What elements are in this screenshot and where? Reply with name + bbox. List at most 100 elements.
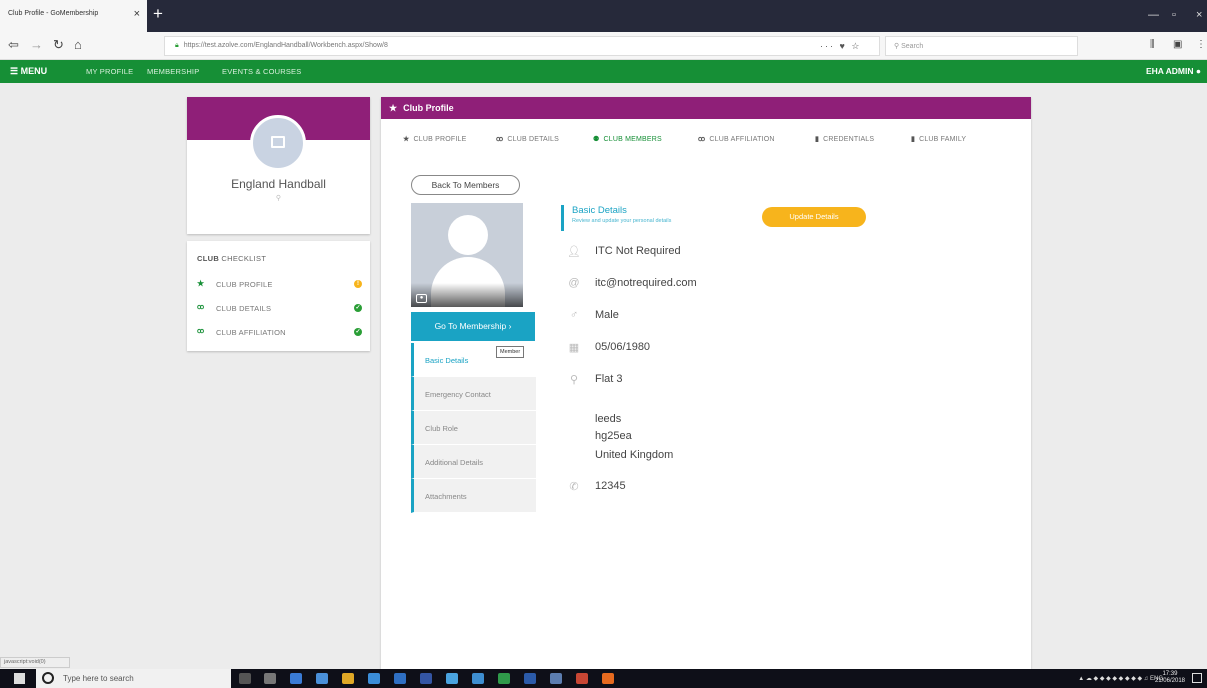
- system-tray[interactable]: ▲ ☁ ◆ ◆ ◆ ◆ ◆ ◆ ◆ ◆ ♫ ENG: [1078, 675, 1163, 682]
- go-to-membership-button[interactable]: Go To Membership ›: [411, 312, 535, 341]
- checklist-item-club-details[interactable]: ꝏ CLUB DETAILS ✓: [197, 303, 362, 317]
- update-details-button[interactable]: Update Details: [762, 207, 866, 227]
- powerpoint-icon[interactable]: [576, 673, 588, 684]
- firefox-icon[interactable]: [602, 673, 614, 684]
- taskbar-search-input[interactable]: Type here to search: [36, 669, 231, 688]
- checklist-item-club-affiliation[interactable]: ꝏ CLUB AFFILIATION ✓: [197, 327, 362, 341]
- checklist-item-club-profile[interactable]: ★ CLUB PROFILE !: [197, 279, 362, 293]
- browser-titlebar: Club Profile - GoMembership × + — ▫ ×: [0, 0, 1207, 32]
- back-to-members-button[interactable]: Back To Members: [411, 175, 520, 195]
- nav-my-profile[interactable]: MY PROFILE: [86, 67, 133, 76]
- image-icon: [271, 136, 285, 148]
- hamburger-icon: ☰: [10, 66, 19, 76]
- app-icon[interactable]: [420, 673, 432, 684]
- side-menu-attachments[interactable]: Attachments: [411, 479, 536, 513]
- club-profile-panel: ★ Club Profile ★ CLUB PROFILE ꝏ CLUB DETAIL…: [381, 97, 1031, 669]
- browser-tab[interactable]: Club Profile - GoMembership ×: [0, 0, 147, 32]
- url-bar[interactable]: 🔒︎ https://test.azolve.com/EnglandHandba…: [164, 36, 880, 56]
- overflow-menu-icon[interactable]: ⋮: [1196, 37, 1206, 53]
- close-window-icon[interactable]: ×: [1196, 9, 1202, 21]
- app-icon[interactable]: [472, 673, 484, 684]
- star-icon: ★: [197, 279, 205, 288]
- bookmark-icon: ▮: [911, 136, 916, 143]
- windows-start-icon[interactable]: [14, 673, 25, 684]
- tab-credentials[interactable]: ▮ CREDENTIALS: [815, 135, 874, 143]
- tab-close-icon[interactable]: ×: [134, 8, 140, 20]
- windows-taskbar: Type here to search ▲ ☁ ◆ ◆ ◆ ◆ ◆ ◆ ◆ ◆ …: [0, 669, 1207, 688]
- tab-club-details[interactable]: ꝏ CLUB DETAILS: [496, 135, 559, 143]
- back-icon[interactable]: ⇦: [8, 37, 19, 53]
- app-icon[interactable]: [316, 673, 328, 684]
- location-pin-icon: ⚲: [275, 195, 282, 202]
- home-icon[interactable]: ⌂: [74, 37, 82, 53]
- club-name: England Handball: [231, 177, 326, 191]
- status-bar-url: javascript:void(0): [0, 657, 70, 668]
- group-icon: ꝏ: [496, 136, 504, 143]
- app-navbar: ☰ MENU MY PROFILE MEMBERSHIP EVENTS & CO…: [0, 60, 1207, 83]
- checklist-title: CLUB CHECKLIST: [197, 254, 267, 263]
- basic-details-heading: Basic Details Review and update your per…: [561, 205, 671, 231]
- warning-icon: !: [354, 280, 362, 288]
- side-menu-additional-details[interactable]: Additional Details: [411, 445, 536, 479]
- forward-icon[interactable]: →: [30, 37, 43, 53]
- star-icon: ★: [389, 103, 398, 113]
- group-icon: ꝏ: [197, 328, 205, 335]
- members-icon: ⚉: [593, 136, 600, 143]
- app-icon[interactable]: [368, 673, 380, 684]
- bookmark-icon: ▮: [815, 136, 820, 143]
- browser-search-input[interactable]: ⚲ Search: [885, 36, 1078, 56]
- member-side-menu: Basic Details Member Emergency Contact C…: [411, 343, 536, 513]
- file-explorer-icon[interactable]: [290, 673, 302, 684]
- club-checklist: CLUB CHECKLIST ★ CLUB PROFILE ! ꝏ CLUB D…: [187, 241, 370, 351]
- address-line: leeds: [595, 413, 622, 425]
- tab-club-members[interactable]: ⚉ CLUB MEMBERS: [593, 135, 662, 143]
- member-photo: ●: [411, 203, 523, 307]
- nav-membership[interactable]: MEMBERSHIP: [147, 67, 199, 76]
- reload-icon[interactable]: ↻: [53, 37, 64, 53]
- side-menu-emergency-contact[interactable]: Emergency Contact: [411, 377, 536, 411]
- panel-header: ★ Club Profile: [381, 97, 1031, 119]
- app-icon[interactable]: [498, 673, 510, 684]
- phone-icon: ✆: [569, 481, 579, 493]
- user-menu[interactable]: EHA ADMIN ●: [1146, 66, 1201, 76]
- app-icon[interactable]: [446, 673, 458, 684]
- nav-events-courses[interactable]: EVENTS & COURSES: [222, 67, 301, 76]
- app-icon[interactable]: [550, 673, 562, 684]
- page-actions-icon[interactable]: ··· ♥ ☆: [820, 41, 861, 52]
- library-icon[interactable]: ⫼: [1150, 37, 1155, 53]
- sidebar-icon[interactable]: ▣: [1173, 37, 1182, 53]
- check-circle-icon: ✓: [354, 304, 362, 312]
- star-icon: ★: [403, 136, 410, 143]
- tab-club-profile[interactable]: ★ CLUB PROFILE: [403, 135, 466, 143]
- new-tab-icon[interactable]: +: [153, 5, 163, 22]
- male-icon: ♂: [569, 309, 579, 321]
- outlook-icon[interactable]: [394, 673, 406, 684]
- address-line: United Kingdom: [595, 449, 674, 461]
- club-avatar[interactable]: [250, 115, 306, 171]
- club-profile-card: England Handball ⚲: [187, 97, 370, 234]
- address-line: hg25ea: [595, 430, 632, 442]
- person-icon: 👤︎: [567, 246, 581, 258]
- taskbar-clock[interactable]: 17:39 21/06/2018: [1155, 671, 1185, 685]
- side-menu-basic-details[interactable]: Basic Details Member: [411, 343, 536, 377]
- location-pin-icon: ⚲: [569, 374, 579, 386]
- minimize-icon[interactable]: —: [1148, 9, 1159, 21]
- task-view-icon[interactable]: [264, 673, 276, 684]
- maximize-icon[interactable]: ▫: [1172, 9, 1176, 21]
- app-icon[interactable]: [524, 673, 536, 684]
- menu-button[interactable]: ☰ MENU: [10, 66, 47, 77]
- tab-club-affiliation[interactable]: ꝏ CLUB AFFILIATION: [698, 135, 775, 143]
- microphone-icon[interactable]: [239, 673, 251, 684]
- lock-icon: 🔒︎: [175, 42, 179, 49]
- browser-navbar: ⇦ → ↻ ⌂ 🔒︎ https://test.azolve.com/Engla…: [0, 32, 1207, 60]
- tab-club-family[interactable]: ▮ CLUB FAMILY: [911, 135, 966, 143]
- notification-icon[interactable]: [1192, 673, 1202, 683]
- cortana-icon: [42, 672, 54, 684]
- user-icon: ●: [1195, 66, 1201, 76]
- side-menu-club-role[interactable]: Club Role: [411, 411, 536, 445]
- club-tabs: ★ CLUB PROFILE ꝏ CLUB DETAILS ⚉ CLUB MEMBER…: [381, 135, 1031, 149]
- chrome-icon[interactable]: [342, 673, 354, 684]
- at-icon: @: [568, 277, 580, 289]
- camera-icon[interactable]: ●: [416, 294, 427, 303]
- calendar-icon: ▦: [568, 342, 580, 354]
